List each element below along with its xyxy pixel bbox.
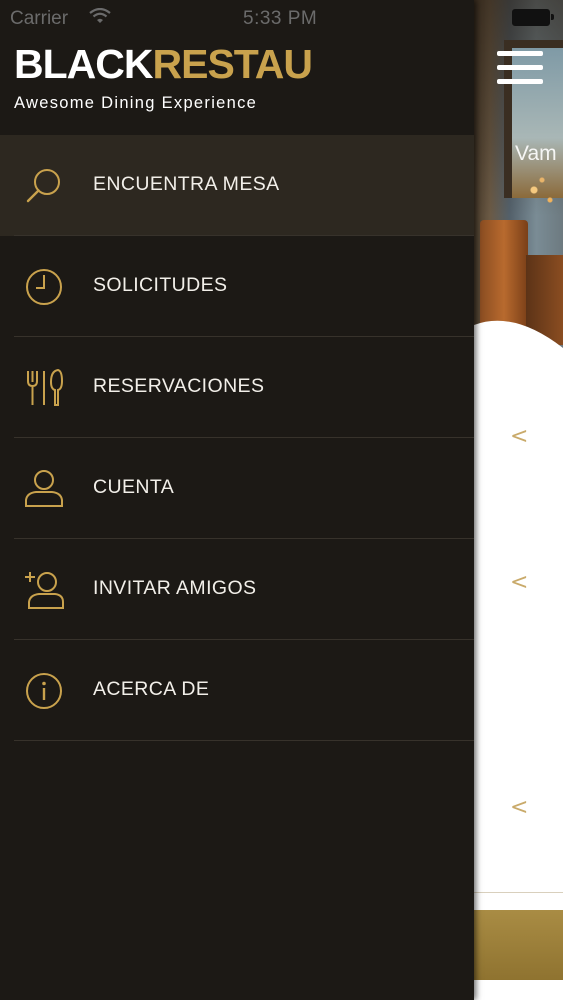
divider bbox=[14, 740, 474, 741]
hamburger-line bbox=[497, 65, 543, 70]
hero-text: Vam bbox=[515, 142, 557, 165]
menu-item-label: SOLICITUDES bbox=[93, 274, 228, 296]
menu-item-cuenta[interactable]: CUENTA bbox=[0, 438, 474, 539]
menu-item-label: CUENTA bbox=[93, 476, 175, 498]
brand-tagline: Awesome Dining Experience bbox=[14, 94, 258, 112]
search-icon bbox=[24, 166, 64, 206]
menu-item-label: ENCUENTRA MESA bbox=[93, 173, 280, 195]
info-icon bbox=[24, 671, 64, 711]
menu-item-encuentra-mesa[interactable]: ENCUENTRA MESA bbox=[0, 135, 474, 236]
hero-curve-overlay bbox=[474, 320, 563, 380]
side-drawer: Carrier 5:33 PM BLACKRESTAU Awesome Dini… bbox=[0, 0, 474, 1000]
brand-logo-part1: BLACK bbox=[14, 41, 153, 87]
brand-logo-part2: RESTAU bbox=[152, 41, 313, 87]
user-icon bbox=[24, 469, 64, 509]
hamburger-line bbox=[497, 51, 543, 56]
menu-item-solicitudes[interactable]: SOLICITUDES bbox=[0, 236, 474, 337]
menu-item-label: ACERCA DE bbox=[93, 678, 210, 700]
chevron-left-icon[interactable]: < bbox=[510, 424, 528, 449]
menu-item-invitar-amigos[interactable]: INVITAR AMIGOS bbox=[0, 539, 474, 640]
add-user-icon bbox=[24, 570, 64, 610]
menu-item-reservaciones[interactable]: RESERVACIONES bbox=[0, 337, 474, 438]
menu-item-label: INVITAR AMIGOS bbox=[93, 577, 257, 599]
brand-header: BLACKRESTAU Awesome Dining Experience bbox=[14, 41, 313, 112]
bottom-action-button[interactable] bbox=[474, 910, 563, 980]
chevron-left-icon[interactable]: < bbox=[510, 795, 528, 820]
menu-item-label: RESERVACIONES bbox=[93, 375, 265, 397]
brand-logo: BLACKRESTAU bbox=[14, 41, 313, 87]
clock-icon bbox=[24, 267, 64, 307]
battery-icon bbox=[512, 9, 554, 26]
hero-lights bbox=[522, 170, 562, 220]
chevron-left-icon[interactable]: < bbox=[510, 570, 528, 595]
drawer-menu: ENCUENTRA MESA SOLICITUDES RESERVACIONES… bbox=[0, 135, 474, 741]
wifi-icon bbox=[89, 8, 111, 23]
hamburger-line bbox=[497, 79, 543, 84]
utensils-icon bbox=[24, 368, 64, 408]
divider bbox=[474, 892, 563, 893]
menu-item-acerca-de[interactable]: ACERCA DE bbox=[0, 640, 474, 741]
status-time: 5:33 PM bbox=[243, 8, 318, 29]
hamburger-menu-button[interactable] bbox=[497, 48, 543, 88]
status-carrier: Carrier bbox=[10, 8, 69, 29]
